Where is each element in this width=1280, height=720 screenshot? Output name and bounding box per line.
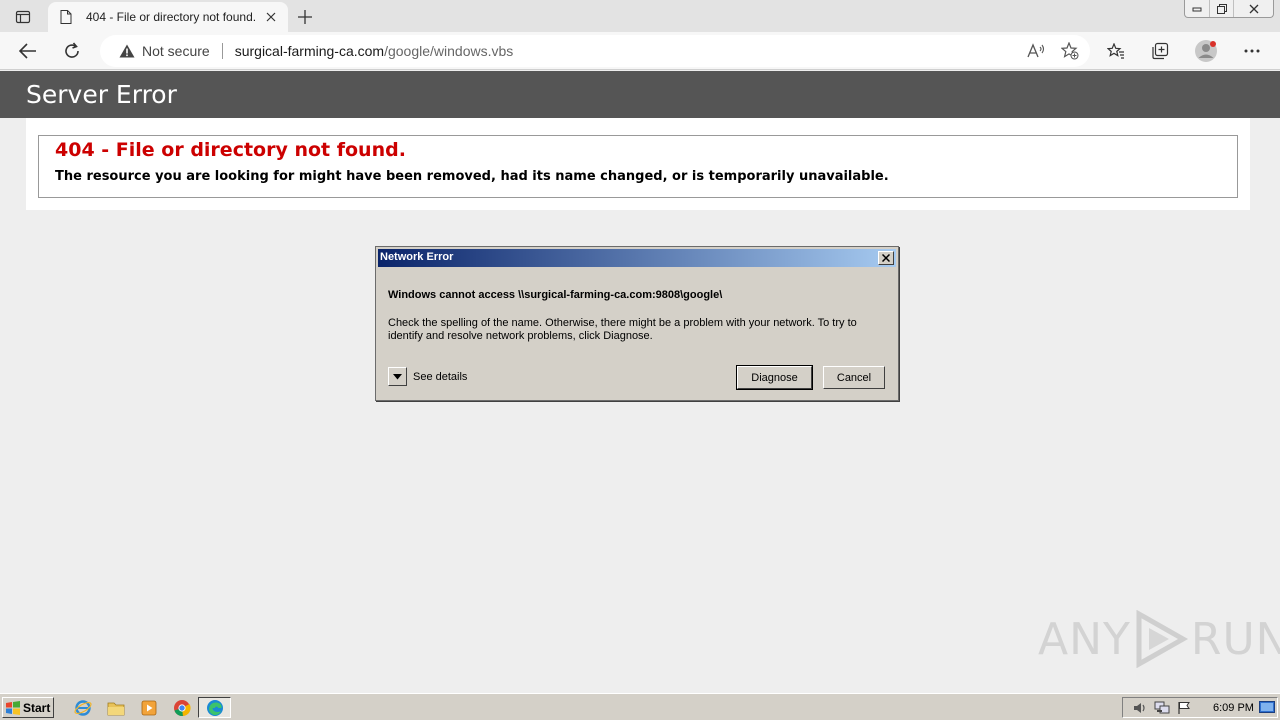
url-host: surgical-farming-ca.com bbox=[234, 43, 385, 59]
minimize-icon[interactable] bbox=[1185, 0, 1209, 17]
add-favorite-icon[interactable] bbox=[1058, 39, 1082, 63]
see-details-label: See details bbox=[413, 370, 468, 383]
watermark-right-text: RUN bbox=[1190, 613, 1280, 665]
system-tray: 6:09 PM bbox=[1122, 697, 1278, 718]
chevron-down-icon[interactable] bbox=[388, 367, 407, 386]
page-icon bbox=[58, 9, 74, 25]
profile-avatar[interactable] bbox=[1192, 37, 1220, 65]
anyrun-watermark: ANY RUN bbox=[1038, 610, 1280, 668]
dialog-sub-text: Check the spelling of the name. Otherwis… bbox=[388, 317, 857, 342]
window-controls bbox=[1184, 0, 1274, 18]
taskbar: Start 6:09 PM bbox=[0, 693, 1280, 720]
error-heading: 404 - File or directory not found. bbox=[55, 139, 406, 161]
network-error-dialog: Network Error Windows cannot access \\su… bbox=[375, 246, 899, 401]
browser-tab-active[interactable]: 404 - File or directory not found. bbox=[48, 2, 288, 32]
media-player-icon[interactable] bbox=[132, 697, 165, 718]
tab-actions-icon[interactable] bbox=[10, 6, 36, 28]
chrome-icon[interactable] bbox=[165, 697, 198, 718]
tab-title: 404 - File or directory not found. bbox=[86, 10, 257, 24]
file-explorer-icon[interactable] bbox=[99, 697, 132, 718]
error-message: The resource you are looking for might h… bbox=[55, 169, 889, 184]
windows-flag-icon bbox=[6, 700, 20, 715]
volume-icon[interactable] bbox=[1129, 699, 1151, 717]
show-desktop-icon[interactable] bbox=[1258, 700, 1276, 715]
cancel-button[interactable]: Cancel bbox=[823, 366, 885, 389]
internet-explorer-icon[interactable] bbox=[66, 697, 99, 718]
page-title: Server Error bbox=[26, 80, 177, 109]
browser-tab-bar: 404 - File or directory not found. bbox=[0, 0, 1280, 32]
refresh-icon[interactable] bbox=[58, 37, 86, 65]
edge-icon[interactable] bbox=[198, 697, 231, 718]
network-icon[interactable] bbox=[1151, 699, 1173, 717]
dialog-title: Network Error bbox=[380, 251, 454, 263]
quick-launch bbox=[66, 697, 231, 718]
warning-triangle-icon[interactable] bbox=[118, 42, 136, 60]
restore-icon[interactable] bbox=[1209, 0, 1233, 17]
address-bar-icons bbox=[1024, 39, 1082, 63]
tab-close-icon[interactable] bbox=[262, 8, 280, 26]
dialog-close-icon[interactable] bbox=[878, 251, 894, 265]
browser-toolbar: Not secure surgical-farming-ca.com /goog… bbox=[0, 32, 1280, 70]
address-separator bbox=[221, 43, 223, 59]
action-center-flag-icon[interactable] bbox=[1173, 699, 1195, 717]
favorites-icon[interactable] bbox=[1102, 37, 1130, 65]
diagnose-button[interactable]: Diagnose bbox=[736, 365, 813, 390]
dialog-main-text: Windows cannot access \\surgical-farming… bbox=[388, 289, 723, 301]
close-window-icon[interactable] bbox=[1233, 0, 1273, 17]
content-panel: 404 - File or directory not found. The r… bbox=[26, 118, 1250, 210]
watermark-play-icon bbox=[1136, 610, 1188, 668]
taskbar-clock[interactable]: 6:09 PM bbox=[1213, 702, 1254, 714]
start-label: Start bbox=[23, 700, 51, 715]
new-tab-plus-icon[interactable] bbox=[294, 6, 316, 28]
error-box: 404 - File or directory not found. The r… bbox=[38, 135, 1238, 198]
start-button[interactable]: Start bbox=[2, 697, 54, 718]
collections-icon[interactable] bbox=[1146, 37, 1174, 65]
read-aloud-icon[interactable] bbox=[1024, 39, 1048, 63]
back-arrow-icon[interactable] bbox=[14, 37, 42, 65]
watermark-left-text: ANY bbox=[1038, 613, 1131, 665]
not-secure-label[interactable]: Not secure bbox=[142, 43, 210, 59]
server-error-header: Server Error bbox=[0, 71, 1280, 118]
dialog-title-bar[interactable]: Network Error bbox=[378, 249, 896, 267]
url-path: /google/windows.vbs bbox=[384, 43, 514, 59]
address-bar[interactable]: Not secure surgical-farming-ca.com /goog… bbox=[100, 35, 1090, 67]
more-options-icon[interactable] bbox=[1238, 37, 1266, 65]
see-details-toggle[interactable]: See details bbox=[388, 367, 467, 386]
